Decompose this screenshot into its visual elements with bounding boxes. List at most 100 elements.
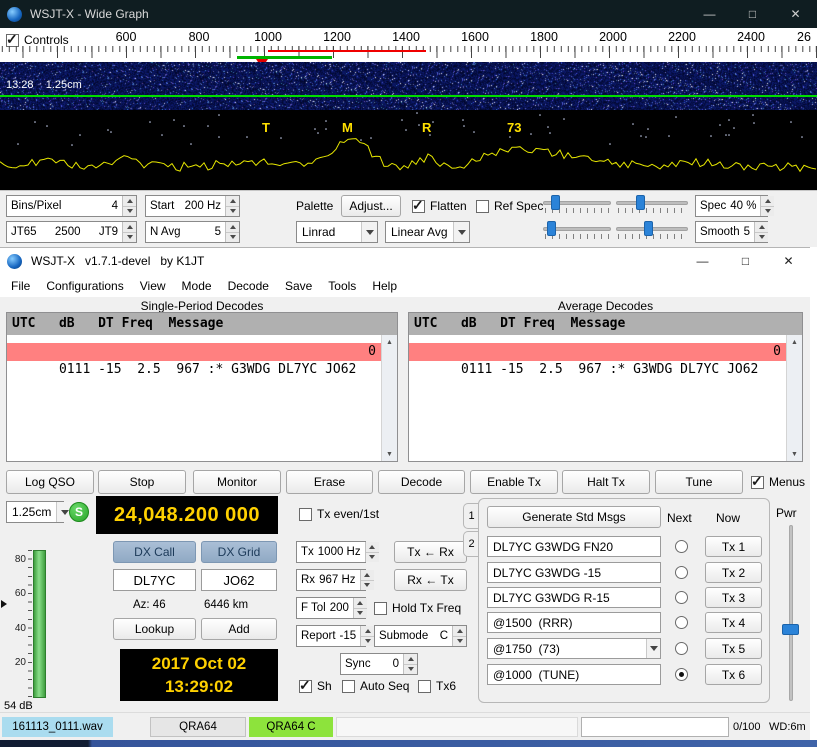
maximize-icon[interactable]: □ <box>731 0 774 28</box>
spectrum-zero-slider[interactable] <box>616 219 688 241</box>
spinner-arrows-icon[interactable] <box>403 654 417 674</box>
next-radio-4[interactable] <box>675 616 688 629</box>
submode-spinner[interactable]: SubmodeC <box>374 625 467 647</box>
waterfall-display[interactable] <box>0 62 817 110</box>
hold-tx-freq-checkbox[interactable]: Hold Tx Freq <box>374 601 461 615</box>
controls-checkbox[interactable]: Controls <box>6 33 69 47</box>
band-select[interactable]: 1.25cm <box>6 501 64 523</box>
log-qso-button[interactable]: Log QSO <box>6 470 94 494</box>
tx-freq-spinner[interactable]: Tx1000 Hz <box>296 541 366 563</box>
spinner-arrows-icon[interactable] <box>122 196 136 216</box>
scroll-up-icon[interactable]: ▲ <box>787 335 802 349</box>
n-avg-spinner[interactable]: N Avg5 <box>145 221 240 243</box>
spinner-arrows-icon[interactable] <box>353 598 367 618</box>
next-radio-1[interactable] <box>675 540 688 553</box>
spinner-arrows-icon[interactable] <box>754 222 768 242</box>
jt65-jt9-split-spinner[interactable]: JT652500JT9 <box>6 221 137 243</box>
next-radio-2[interactable] <box>675 566 688 579</box>
rx-freq-spinner[interactable]: Rx967 Hz <box>296 569 366 591</box>
spinner-arrows-icon[interactable] <box>760 196 774 216</box>
slider-handle[interactable] <box>547 221 556 236</box>
next-radio-3[interactable] <box>675 591 688 604</box>
dx-grid-input[interactable]: JO62 <box>201 569 277 591</box>
slider-handle[interactable] <box>644 221 653 236</box>
spectrum-plot[interactable]: T M R 73 <box>0 110 817 190</box>
scroll-up-icon[interactable]: ▲ <box>382 335 397 349</box>
scroll-down-icon[interactable]: ▼ <box>787 447 802 461</box>
tx4-button[interactable]: Tx 4 <box>705 612 762 633</box>
menu-help[interactable]: Help <box>364 276 405 296</box>
adjust-button[interactable]: Adjust... <box>341 195 401 217</box>
tune-button[interactable]: Tune <box>655 470 743 494</box>
close-icon[interactable]: ✕ <box>774 0 817 28</box>
tx-message-1-input[interactable]: DL7YC G3WDG FN20 <box>487 536 661 557</box>
slider-handle[interactable] <box>551 195 560 210</box>
palette-select[interactable]: Linrad <box>296 221 378 243</box>
tx5-button[interactable]: Tx 5 <box>705 638 762 659</box>
menu-view[interactable]: View <box>132 276 174 296</box>
tab-1[interactable]: 1 <box>463 503 479 529</box>
tx-message-5-select[interactable]: @1750 (73) <box>487 638 661 659</box>
erase-button[interactable]: Erase <box>286 470 373 494</box>
tx-from-rx-button[interactable]: Tx ← Rx <box>394 541 467 563</box>
decode-button[interactable]: Decode <box>378 470 465 494</box>
f-tol-spinner[interactable]: F Tol200 <box>296 597 366 619</box>
decode-row[interactable]: 0111 -15 2.5 967 :* G3WDG DL7YC JO62 0 <box>409 343 786 361</box>
menu-file[interactable]: File <box>3 276 38 296</box>
decode-row[interactable]: 0111 -15 2.5 967 :* G3WDG DL7YC JO62 0 <box>7 343 381 361</box>
dx-call-input[interactable]: DL7YC <box>113 569 196 591</box>
scrollbar[interactable]: ▲ ▼ <box>786 335 802 461</box>
spinner-arrows-icon[interactable] <box>122 222 136 242</box>
generate-std-msgs-button[interactable]: Generate Std Msgs <box>487 506 661 528</box>
menu-mode[interactable]: Mode <box>174 276 220 296</box>
tx-message-3-input[interactable]: DL7YC G3WDG R-15 <box>487 587 661 608</box>
spinner-arrows-icon[interactable] <box>360 626 374 646</box>
tx3-button[interactable]: Tx 3 <box>705 587 762 608</box>
pwr-slider[interactable] <box>789 525 793 701</box>
tx6-button[interactable]: Tx 6 <box>705 664 762 685</box>
tx-message-2-input[interactable]: DL7YC G3WDG -15 <box>487 562 661 583</box>
scroll-down-icon[interactable]: ▼ <box>382 447 397 461</box>
lookup-button[interactable]: Lookup <box>113 618 196 640</box>
spinner-arrows-icon[interactable] <box>225 222 239 242</box>
stop-button[interactable]: Stop <box>98 470 186 494</box>
report-spinner[interactable]: Report-15 <box>296 625 366 647</box>
spec-percent-spinner[interactable]: Spec40 % <box>695 195 768 217</box>
bins-pixel-spinner[interactable]: Bins/Pixel4 <box>6 195 137 217</box>
monitor-button[interactable]: Monitor <box>193 470 281 494</box>
maximize-icon[interactable]: □ <box>724 248 767 274</box>
sync-spinner[interactable]: Sync0 <box>340 653 418 675</box>
s-meter-button[interactable]: S <box>69 502 89 522</box>
smooth-spinner[interactable]: Smooth5 <box>695 221 768 243</box>
waterfall-zero-slider[interactable] <box>616 193 688 215</box>
spectrum-gain-slider[interactable] <box>543 219 611 241</box>
avg-mode-select[interactable]: Linear Avg <box>385 221 470 243</box>
tx-message-4-input[interactable]: @1500 (RRR) <box>487 612 661 633</box>
menus-checkbox[interactable]: Menus <box>751 475 805 489</box>
spinner-arrows-icon[interactable] <box>225 196 239 216</box>
waterfall-gain-slider[interactable] <box>543 193 611 215</box>
halt-tx-button[interactable]: Halt Tx <box>562 470 650 494</box>
dx-call-button[interactable]: DX Call <box>113 541 196 563</box>
minimize-icon[interactable]: — <box>688 0 731 28</box>
sh-checkbox[interactable]: Sh <box>299 679 332 693</box>
start-freq-spinner[interactable]: Start200 Hz <box>145 195 240 217</box>
menu-decode[interactable]: Decode <box>220 276 277 296</box>
menu-save[interactable]: Save <box>277 276 320 296</box>
menu-tools[interactable]: Tools <box>320 276 364 296</box>
add-button[interactable]: Add <box>201 618 277 640</box>
scrollbar[interactable]: ▲ ▼ <box>381 335 397 461</box>
next-radio-6[interactable] <box>675 668 688 681</box>
flatten-checkbox[interactable]: Flatten <box>412 199 467 213</box>
menu-configurations[interactable]: Configurations <box>38 276 131 296</box>
spinner-arrows-icon[interactable] <box>452 626 466 646</box>
tx2-button[interactable]: Tx 2 <box>705 562 762 583</box>
close-icon[interactable]: ✕ <box>767 248 810 274</box>
slider-handle[interactable] <box>636 195 645 210</box>
next-radio-5[interactable] <box>675 642 688 655</box>
tx-message-6-input[interactable]: @1000 (TUNE) <box>487 664 661 685</box>
ref-spec-checkbox[interactable]: Ref Spec <box>476 199 543 213</box>
enable-tx-button[interactable]: Enable Tx <box>470 470 558 494</box>
spinner-arrows-icon[interactable] <box>360 570 374 590</box>
dx-grid-button[interactable]: DX Grid <box>201 541 277 563</box>
